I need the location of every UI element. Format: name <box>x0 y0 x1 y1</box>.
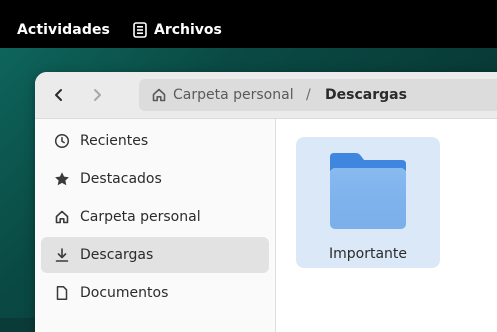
folder-icon <box>330 153 406 229</box>
download-icon <box>54 247 70 263</box>
path-bar[interactable]: Carpeta personal / Descargas <box>139 79 497 111</box>
sidebar-item-destacados[interactable]: Destacados <box>41 161 269 197</box>
file-name: Importante <box>328 246 408 262</box>
document-icon <box>54 285 70 301</box>
top-bar: Actividades Archivos <box>0 0 497 48</box>
file-view: Importante <box>276 119 497 332</box>
files-window: Carpeta personal / Descargas Recientes D… <box>35 72 497 332</box>
back-button[interactable] <box>46 82 72 108</box>
sidebar-item-recientes[interactable]: Recientes <box>41 123 269 159</box>
chevron-right-icon <box>94 89 101 101</box>
sidebar-item-label: Destacados <box>80 171 162 187</box>
sidebar-item-descargas[interactable]: Descargas <box>41 237 269 273</box>
sidebar-item-label: Carpeta personal <box>80 209 201 225</box>
files-app-icon <box>133 22 147 38</box>
sidebar-item-label: Recientes <box>80 133 149 149</box>
sidebar-item-carpeta-personal[interactable]: Carpeta personal <box>41 199 269 235</box>
forward-button[interactable] <box>84 82 110 108</box>
home-icon <box>54 209 70 225</box>
sidebar-item-label: Documentos <box>80 285 169 301</box>
clock-icon <box>54 133 70 149</box>
app-menu[interactable]: Archivos <box>133 22 222 38</box>
breadcrumb-home-label: Carpeta personal <box>173 87 294 103</box>
home-icon <box>152 88 166 102</box>
chevron-left-icon <box>55 89 62 101</box>
breadcrumb-home[interactable]: Carpeta personal <box>151 87 294 103</box>
app-name: Archivos <box>154 22 222 38</box>
star-icon <box>54 171 70 187</box>
breadcrumb-current[interactable]: Descargas <box>325 87 407 103</box>
header-bar: Carpeta personal / Descargas <box>35 72 497 119</box>
sidebar-item-label: Descargas <box>80 247 154 263</box>
sidebar-item-documentos[interactable]: Documentos <box>41 275 269 311</box>
breadcrumb-separator: / <box>306 87 311 103</box>
file-item-importante[interactable]: Importante <box>296 137 440 268</box>
sidebar: Recientes Destacados Carpeta personal De… <box>35 119 276 332</box>
activities-button[interactable]: Actividades <box>17 22 110 38</box>
